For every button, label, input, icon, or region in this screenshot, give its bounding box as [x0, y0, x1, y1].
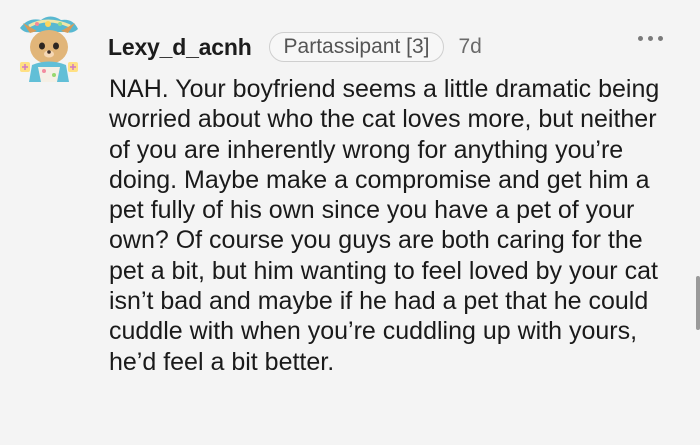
- comment-card: Lexy_d_acnh Partassipant [3] 7d NAH. You…: [0, 0, 700, 445]
- animal-crossing-avatar-icon: [20, 16, 78, 82]
- user-avatar[interactable]: [12, 12, 86, 86]
- scrollbar-thumb[interactable]: [696, 276, 700, 330]
- comment-header: Lexy_d_acnh Partassipant [3] 7d: [108, 31, 482, 63]
- more-options-button[interactable]: [638, 36, 663, 41]
- username-link[interactable]: Lexy_d_acnh: [108, 34, 252, 61]
- comment-body: NAH. Your boyfriend seems a little drama…: [109, 75, 660, 376]
- more-dot-icon: [638, 36, 643, 41]
- comment-timestamp: 7d: [458, 35, 482, 58]
- user-flair-badge: Partassipant [3]: [268, 32, 445, 62]
- more-dot-icon: [658, 36, 663, 41]
- more-dot-icon: [648, 36, 653, 41]
